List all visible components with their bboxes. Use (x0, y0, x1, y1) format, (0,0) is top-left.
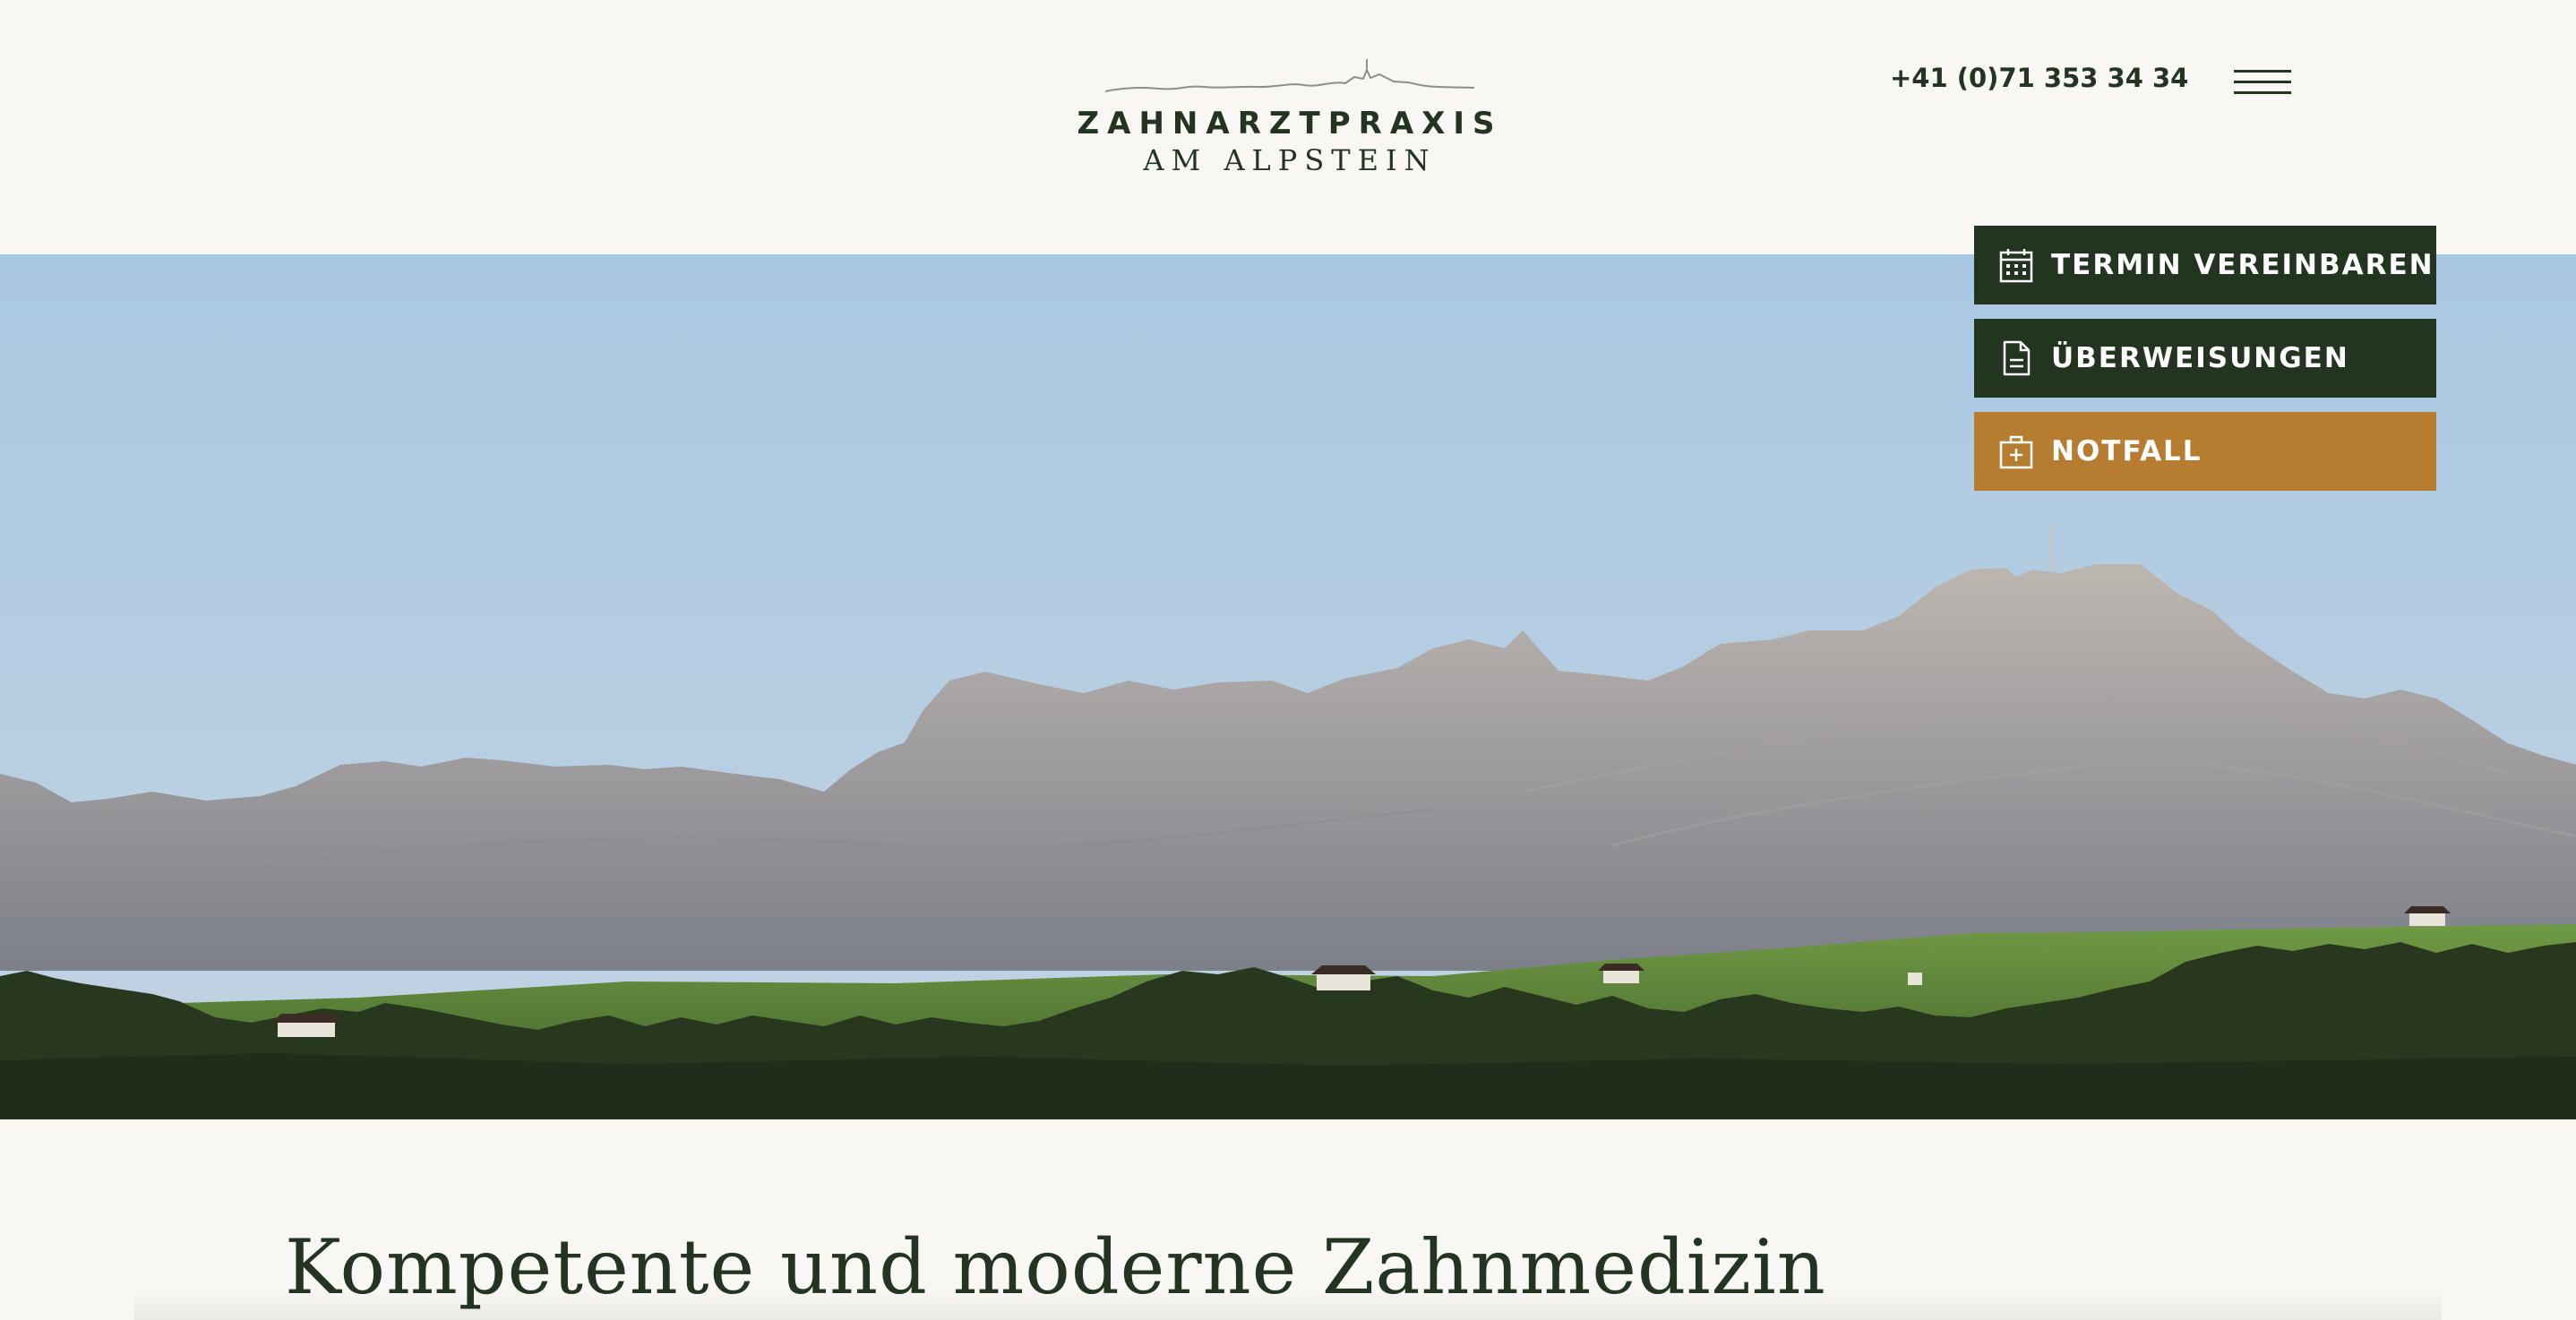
document-icon (1999, 340, 2033, 376)
hamburger-line (2234, 70, 2291, 73)
content-card-shadow (134, 1290, 2442, 1320)
notfall-button[interactable]: NOTFALL (1974, 412, 2436, 491)
termin-vereinbaren-button[interactable]: TERMIN VEREINBAREN (1974, 226, 2436, 304)
hamburger-line (2234, 91, 2291, 94)
logo-subtitle: AM ALPSTEIN (1143, 143, 1437, 177)
notfall-label: NOTFALL (2051, 435, 2202, 467)
ueberweisungen-label: ÜBERWEISUNGEN (2051, 342, 2349, 374)
site-header: ZAHNARZTPRAXIS AM ALPSTEIN +41 (0)71 353… (0, 0, 2576, 254)
phone-link[interactable]: +41 (0)71 353 34 34 (1890, 63, 2188, 93)
calendar-icon (1999, 247, 2033, 283)
termin-vereinbaren-label: TERMIN VEREINBAREN (2051, 249, 2434, 281)
ueberweisungen-button[interactable]: ÜBERWEISUNGEN (1974, 319, 2436, 398)
hamburger-menu-button[interactable] (2234, 70, 2291, 97)
logo-title: ZAHNARZTPRAXIS (1077, 106, 1503, 141)
hamburger-line (2234, 81, 2291, 83)
first-aid-kit-icon (1999, 433, 2033, 469)
logo[interactable]: ZAHNARZTPRAXIS AM ALPSTEIN (1075, 56, 1505, 190)
mountain-silhouette-icon (1105, 59, 1474, 92)
